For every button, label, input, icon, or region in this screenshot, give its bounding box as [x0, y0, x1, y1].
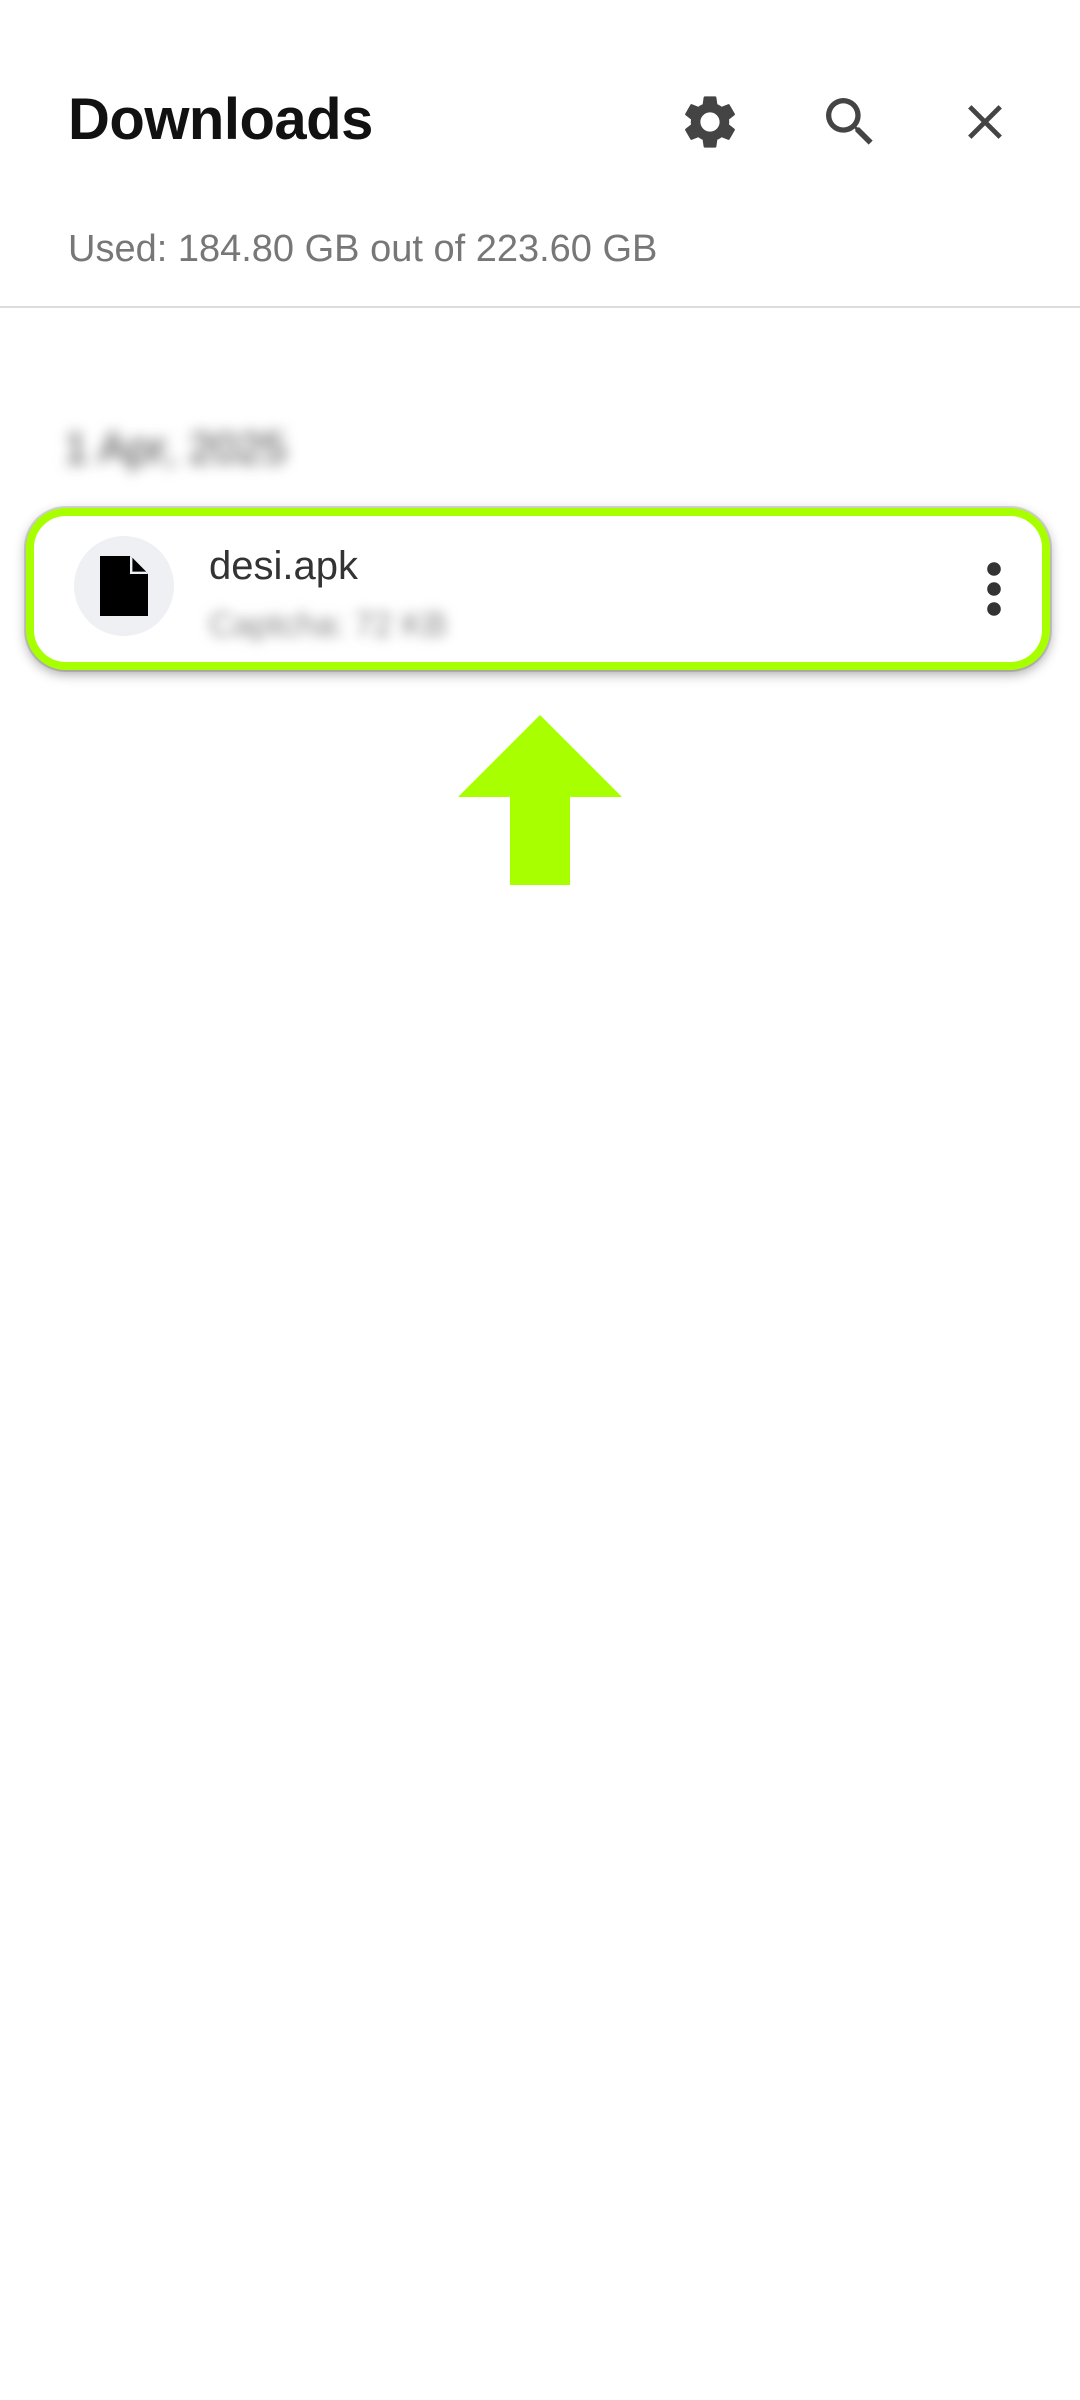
more-vert-icon: [987, 562, 1001, 616]
more-options-button[interactable]: [964, 544, 1024, 634]
page-title: Downloads: [68, 87, 373, 152]
up-arrow-annotation: [458, 715, 622, 885]
file-name: desi.apk: [209, 544, 358, 588]
settings-button[interactable]: [670, 82, 750, 162]
search-button[interactable]: [810, 82, 890, 162]
search-icon: [826, 98, 873, 145]
date-group-header: 1 Apr, 2025: [64, 424, 287, 473]
header-divider: [0, 306, 1080, 308]
storage-usage: Used: 184.80 GB out of 223.60 GB: [68, 228, 658, 270]
file-icon: [100, 556, 148, 616]
gear-icon: [685, 96, 735, 148]
close-button[interactable]: [945, 82, 1025, 162]
close-icon: [968, 105, 1002, 139]
header: Downloads: [0, 0, 1080, 200]
downloads-screen: Downloads Used: 184.80 GB out of 223.60 …: [0, 0, 1080, 2400]
download-item-desi-apk[interactable]: desi.apk Captcha: 72 KB: [26, 508, 1050, 670]
file-meta: Captcha: 72 KB: [209, 606, 448, 644]
file-avatar: [74, 536, 174, 636]
